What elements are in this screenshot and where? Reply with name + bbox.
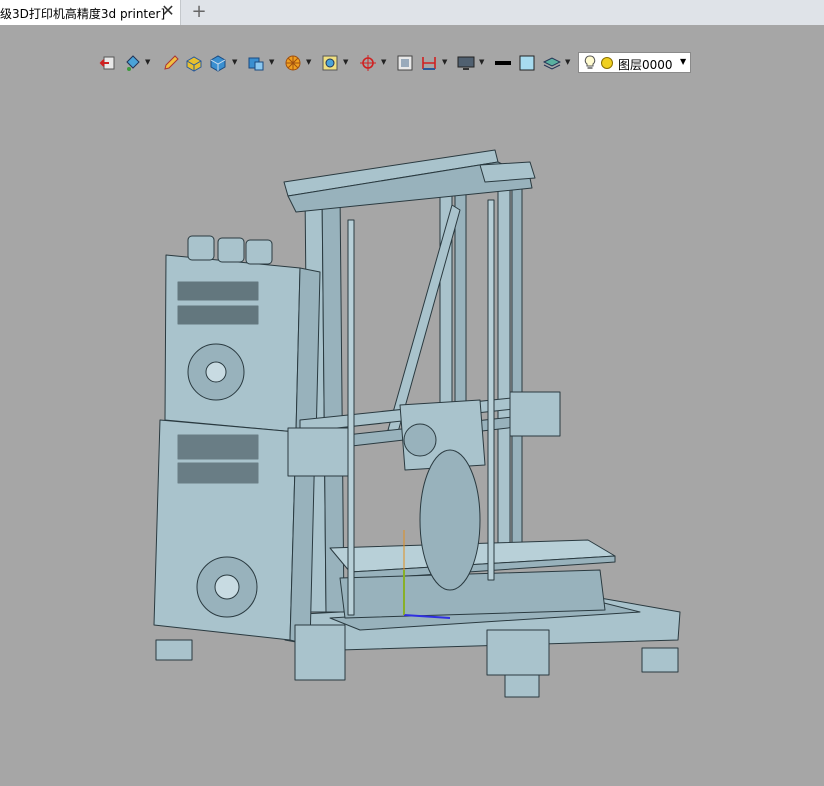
printer-model (153, 149, 681, 698)
new-tab-button[interactable]: + (190, 2, 208, 22)
tab-title: 级3D打印机高精度3d printer] (0, 7, 166, 21)
3d-viewport[interactable] (0, 52, 824, 782)
document-tab[interactable]: 级3D打印机高精度3d printer] ✕ (0, 0, 181, 25)
toolbar: ▼ ▼ ▼ ▼ ▼ ▼ ▼ ▼ ▼ 图层0000 ▼ (0, 25, 824, 73)
tab-close-button[interactable]: ✕ (160, 2, 176, 20)
tab-bar: 级3D打印机高精度3d printer] ✕ + (0, 0, 824, 26)
